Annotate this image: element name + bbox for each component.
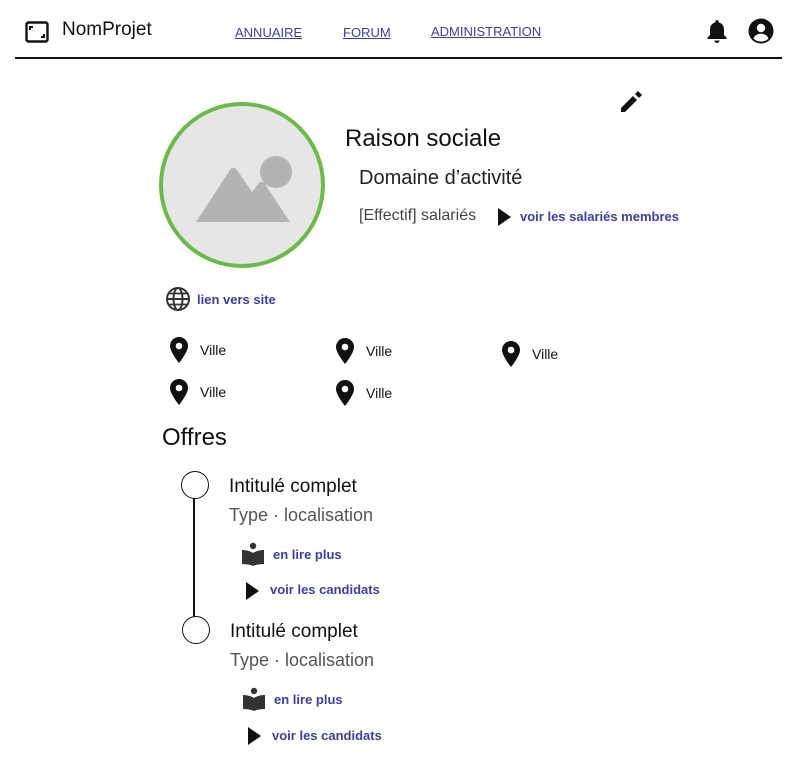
location-city: Ville <box>200 384 227 400</box>
location-city: Ville <box>366 385 393 401</box>
location-city: Ville <box>532 346 559 362</box>
account-icon[interactable] <box>748 18 774 44</box>
bell-icon[interactable] <box>705 18 729 44</box>
timeline-node <box>181 471 209 499</box>
nav-annuaire[interactable]: ANNUAIRE <box>235 25 302 40</box>
read-more-link[interactable]: en lire plus <box>274 692 343 707</box>
header-divider <box>15 57 782 59</box>
globe-icon <box>166 287 190 311</box>
location-pin-icon <box>170 337 188 363</box>
activity-domain: Domaine d’activité <box>359 167 523 189</box>
timeline-node <box>182 616 210 644</box>
offer-subtitle: Type · localisation <box>229 505 374 525</box>
reader-book-icon <box>243 687 265 711</box>
top-bar: NomProjet ANNUAIRE FORUM ADMINISTRATION <box>0 0 800 60</box>
see-candidates-link[interactable]: voir les candidats <box>272 728 382 743</box>
see-members-link[interactable]: voir les salariés membres <box>520 209 679 224</box>
see-candidates-link[interactable]: voir les candidats <box>270 582 380 597</box>
location-pin-icon <box>336 380 354 406</box>
offer-title: Intitulé complet <box>229 476 357 497</box>
location-pin-icon <box>170 379 188 405</box>
location-city: Ville <box>366 343 393 359</box>
location-city: Ville <box>200 342 227 358</box>
location-pin-icon <box>336 338 354 364</box>
timeline-line <box>193 497 195 617</box>
image-placeholder-icon <box>196 156 292 222</box>
nav-administration[interactable]: ADMINISTRATION <box>431 24 541 39</box>
reader-book-icon <box>242 542 264 566</box>
play-arrow-icon[interactable] <box>248 727 261 745</box>
offer-title: Intitulé complet <box>230 621 358 642</box>
fullscreen-icon[interactable] <box>25 21 49 43</box>
play-arrow-icon[interactable] <box>498 208 511 226</box>
employee-count: [Effectif] salariés <box>359 207 477 224</box>
offers-heading: Offres <box>162 424 227 451</box>
pencil-edit-icon[interactable] <box>617 88 645 116</box>
offer-subtitle: Type · localisation <box>230 650 375 670</box>
location-pin-icon <box>502 341 520 367</box>
company-avatar <box>159 102 325 268</box>
app-name[interactable]: NomProjet <box>62 19 152 41</box>
website-link[interactable]: lien vers site <box>197 292 276 307</box>
company-name: Raison sociale <box>345 125 502 152</box>
play-arrow-icon[interactable] <box>246 582 259 600</box>
nav-forum[interactable]: FORUM <box>343 25 391 40</box>
read-more-link[interactable]: en lire plus <box>273 547 342 562</box>
